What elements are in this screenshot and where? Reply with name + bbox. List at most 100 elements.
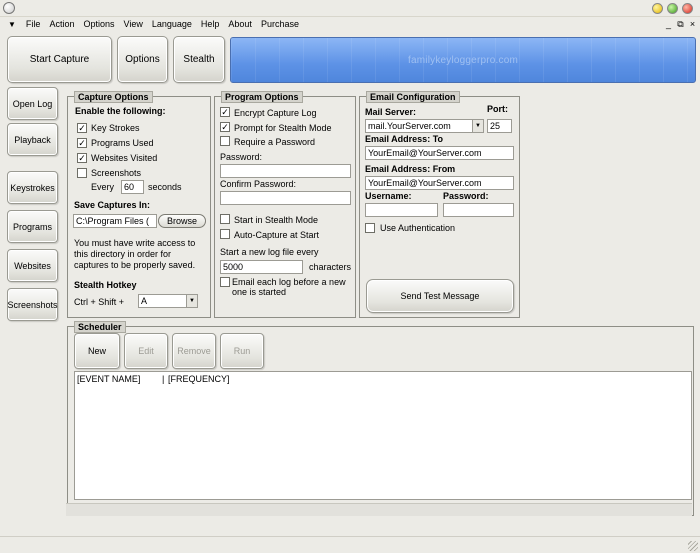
scheduler-list[interactable]: [EVENT NAME] | [FREQUENCY] — [74, 371, 692, 500]
require-password-label: Require a Password — [234, 137, 316, 147]
every-label: Every — [91, 182, 115, 192]
new-schedule-button[interactable]: New — [74, 333, 120, 369]
start-stealth-checkbox[interactable] — [220, 214, 230, 224]
confirm-password-field[interactable] — [220, 191, 351, 205]
app-icon[interactable] — [3, 2, 15, 14]
hotkey-select[interactable]: A ▼ — [138, 294, 198, 308]
mail-server-value: mail.YourServer.com — [368, 121, 451, 131]
username-field[interactable] — [365, 203, 438, 217]
menu-about[interactable]: About — [224, 17, 257, 32]
mdi-controls: _ ⧉ × — [664, 17, 697, 32]
menu-view[interactable]: View — [119, 17, 147, 32]
chevron-down-icon[interactable]: ▼ — [186, 295, 197, 307]
hotkey-prefix-label: Ctrl + Shift + — [74, 297, 125, 307]
scheduler-title: Scheduler — [74, 321, 126, 333]
mdi-minimize-icon[interactable]: _ — [664, 17, 673, 32]
status-bar — [0, 536, 700, 553]
websites-visited-checkbox[interactable]: ✓ — [77, 153, 87, 163]
scheduler-footer — [66, 503, 692, 516]
remove-schedule-button[interactable]: Remove — [172, 333, 216, 369]
programs-button[interactable]: Programs — [7, 210, 58, 243]
write-access-note-2: this directory in order for — [74, 249, 172, 259]
enable-label: Enable the following: — [75, 106, 166, 116]
start-stealth-label: Start in Stealth Mode — [234, 215, 319, 225]
email-from-label: Email Address: From — [365, 164, 456, 174]
smtp-password-label: Password: — [443, 191, 489, 201]
start-capture-button[interactable]: Start Capture — [7, 36, 112, 83]
password-label: Password: — [220, 152, 263, 162]
close-button[interactable] — [682, 3, 693, 14]
menu-file[interactable]: File — [22, 17, 46, 32]
open-log-button[interactable]: Open Log — [7, 87, 58, 120]
options-button[interactable]: Options — [117, 36, 168, 83]
email-to-field[interactable]: YourEmail@YourServer.com — [365, 146, 514, 160]
seconds-label: seconds — [148, 182, 182, 192]
column-separator: | — [162, 374, 165, 384]
program-options-group: Program Options ✓ Encrypt Capture Log ✓ … — [214, 91, 356, 318]
new-log-characters-input[interactable]: 5000 — [220, 260, 303, 274]
menu-help[interactable]: Help — [197, 17, 225, 32]
new-log-label: Start a new log file every — [220, 247, 319, 257]
websites-button[interactable]: Websites — [7, 249, 58, 282]
password-field[interactable] — [220, 164, 351, 178]
mail-server-select[interactable]: mail.YourServer.com ▼ — [365, 119, 484, 133]
encrypt-log-label: Encrypt Capture Log — [234, 108, 317, 118]
mdi-restore-icon[interactable]: ⧉ — [676, 17, 685, 32]
playback-button[interactable]: Playback — [7, 123, 58, 156]
smtp-password-field[interactable] — [443, 203, 514, 217]
use-authentication-label: Use Authentication — [380, 223, 456, 233]
banner-text: familykeyloggerpro.com — [408, 54, 518, 66]
screenshots-button[interactable]: Screenshots — [7, 288, 58, 321]
browse-button[interactable]: Browse — [158, 214, 206, 228]
use-authentication-checkbox[interactable] — [365, 223, 375, 233]
email-from-field[interactable]: YourEmail@YourServer.com — [365, 176, 514, 190]
menu-purchase[interactable]: Purchase — [257, 17, 304, 32]
chevron-down-icon[interactable]: ▼ — [472, 120, 483, 132]
capture-options-title: Capture Options — [74, 91, 153, 103]
menu-options[interactable]: Options — [79, 17, 119, 32]
save-captures-label: Save Captures In: — [74, 200, 151, 210]
prompt-stealth-label: Prompt for Stealth Mode — [234, 123, 332, 133]
require-password-checkbox[interactable] — [220, 136, 230, 146]
mail-server-label: Mail Server: — [365, 107, 417, 117]
programs-used-label: Programs Used — [91, 138, 154, 148]
screenshots-checkbox[interactable] — [77, 168, 87, 178]
auto-capture-checkbox[interactable] — [220, 229, 230, 239]
write-access-note-1: You must have write access to — [74, 238, 196, 248]
stealth-button[interactable]: Stealth — [173, 36, 225, 83]
system-menu-icon[interactable]: ▼ — [8, 20, 16, 29]
send-test-message-button[interactable]: Send Test Message — [366, 279, 514, 313]
menu-action[interactable]: Action — [45, 17, 79, 32]
key-strokes-label: Key Strokes — [91, 123, 140, 133]
characters-label: characters — [309, 262, 352, 272]
username-label: Username: — [365, 191, 412, 201]
edit-schedule-button[interactable]: Edit — [124, 333, 168, 369]
email-to-label: Email Address: To — [365, 134, 444, 144]
hotkey-select-value: A — [141, 296, 148, 306]
screenshot-interval-input[interactable]: 60 — [121, 180, 144, 194]
encrypt-log-checkbox[interactable]: ✓ — [220, 107, 230, 117]
banner[interactable]: familykeyloggerpro.com — [230, 37, 696, 83]
keystrokes-button[interactable]: Keystrokes — [7, 171, 58, 204]
confirm-password-label: Confirm Password: — [220, 179, 297, 189]
maximize-button[interactable] — [667, 3, 678, 14]
prompt-stealth-checkbox[interactable]: ✓ — [220, 122, 230, 132]
run-schedule-button[interactable]: Run — [220, 333, 264, 369]
save-path-input[interactable]: C:\Program Files ( — [73, 214, 157, 228]
email-each-log-label-1: Email each log before a new — [232, 277, 346, 287]
stealth-hotkey-label: Stealth Hotkey — [74, 280, 137, 290]
event-name-column-header: [EVENT NAME] — [77, 374, 141, 384]
capture-options-group: Capture Options Enable the following: ✓ … — [67, 91, 211, 318]
email-each-log-checkbox[interactable] — [220, 277, 230, 287]
screenshots-label: Screenshots — [91, 168, 142, 178]
menu-language[interactable]: Language — [148, 17, 197, 32]
email-each-log-label-2: one is started — [232, 287, 287, 297]
key-strokes-checkbox[interactable]: ✓ — [77, 123, 87, 133]
programs-used-checkbox[interactable]: ✓ — [77, 138, 87, 148]
resize-grip-icon[interactable] — [688, 541, 698, 551]
port-input[interactable]: 25 — [487, 119, 512, 133]
mdi-close-icon[interactable]: × — [688, 17, 697, 32]
auto-capture-label: Auto-Capture at Start — [234, 230, 320, 240]
websites-visited-label: Websites Visited — [91, 153, 158, 163]
minimize-button[interactable] — [652, 3, 663, 14]
